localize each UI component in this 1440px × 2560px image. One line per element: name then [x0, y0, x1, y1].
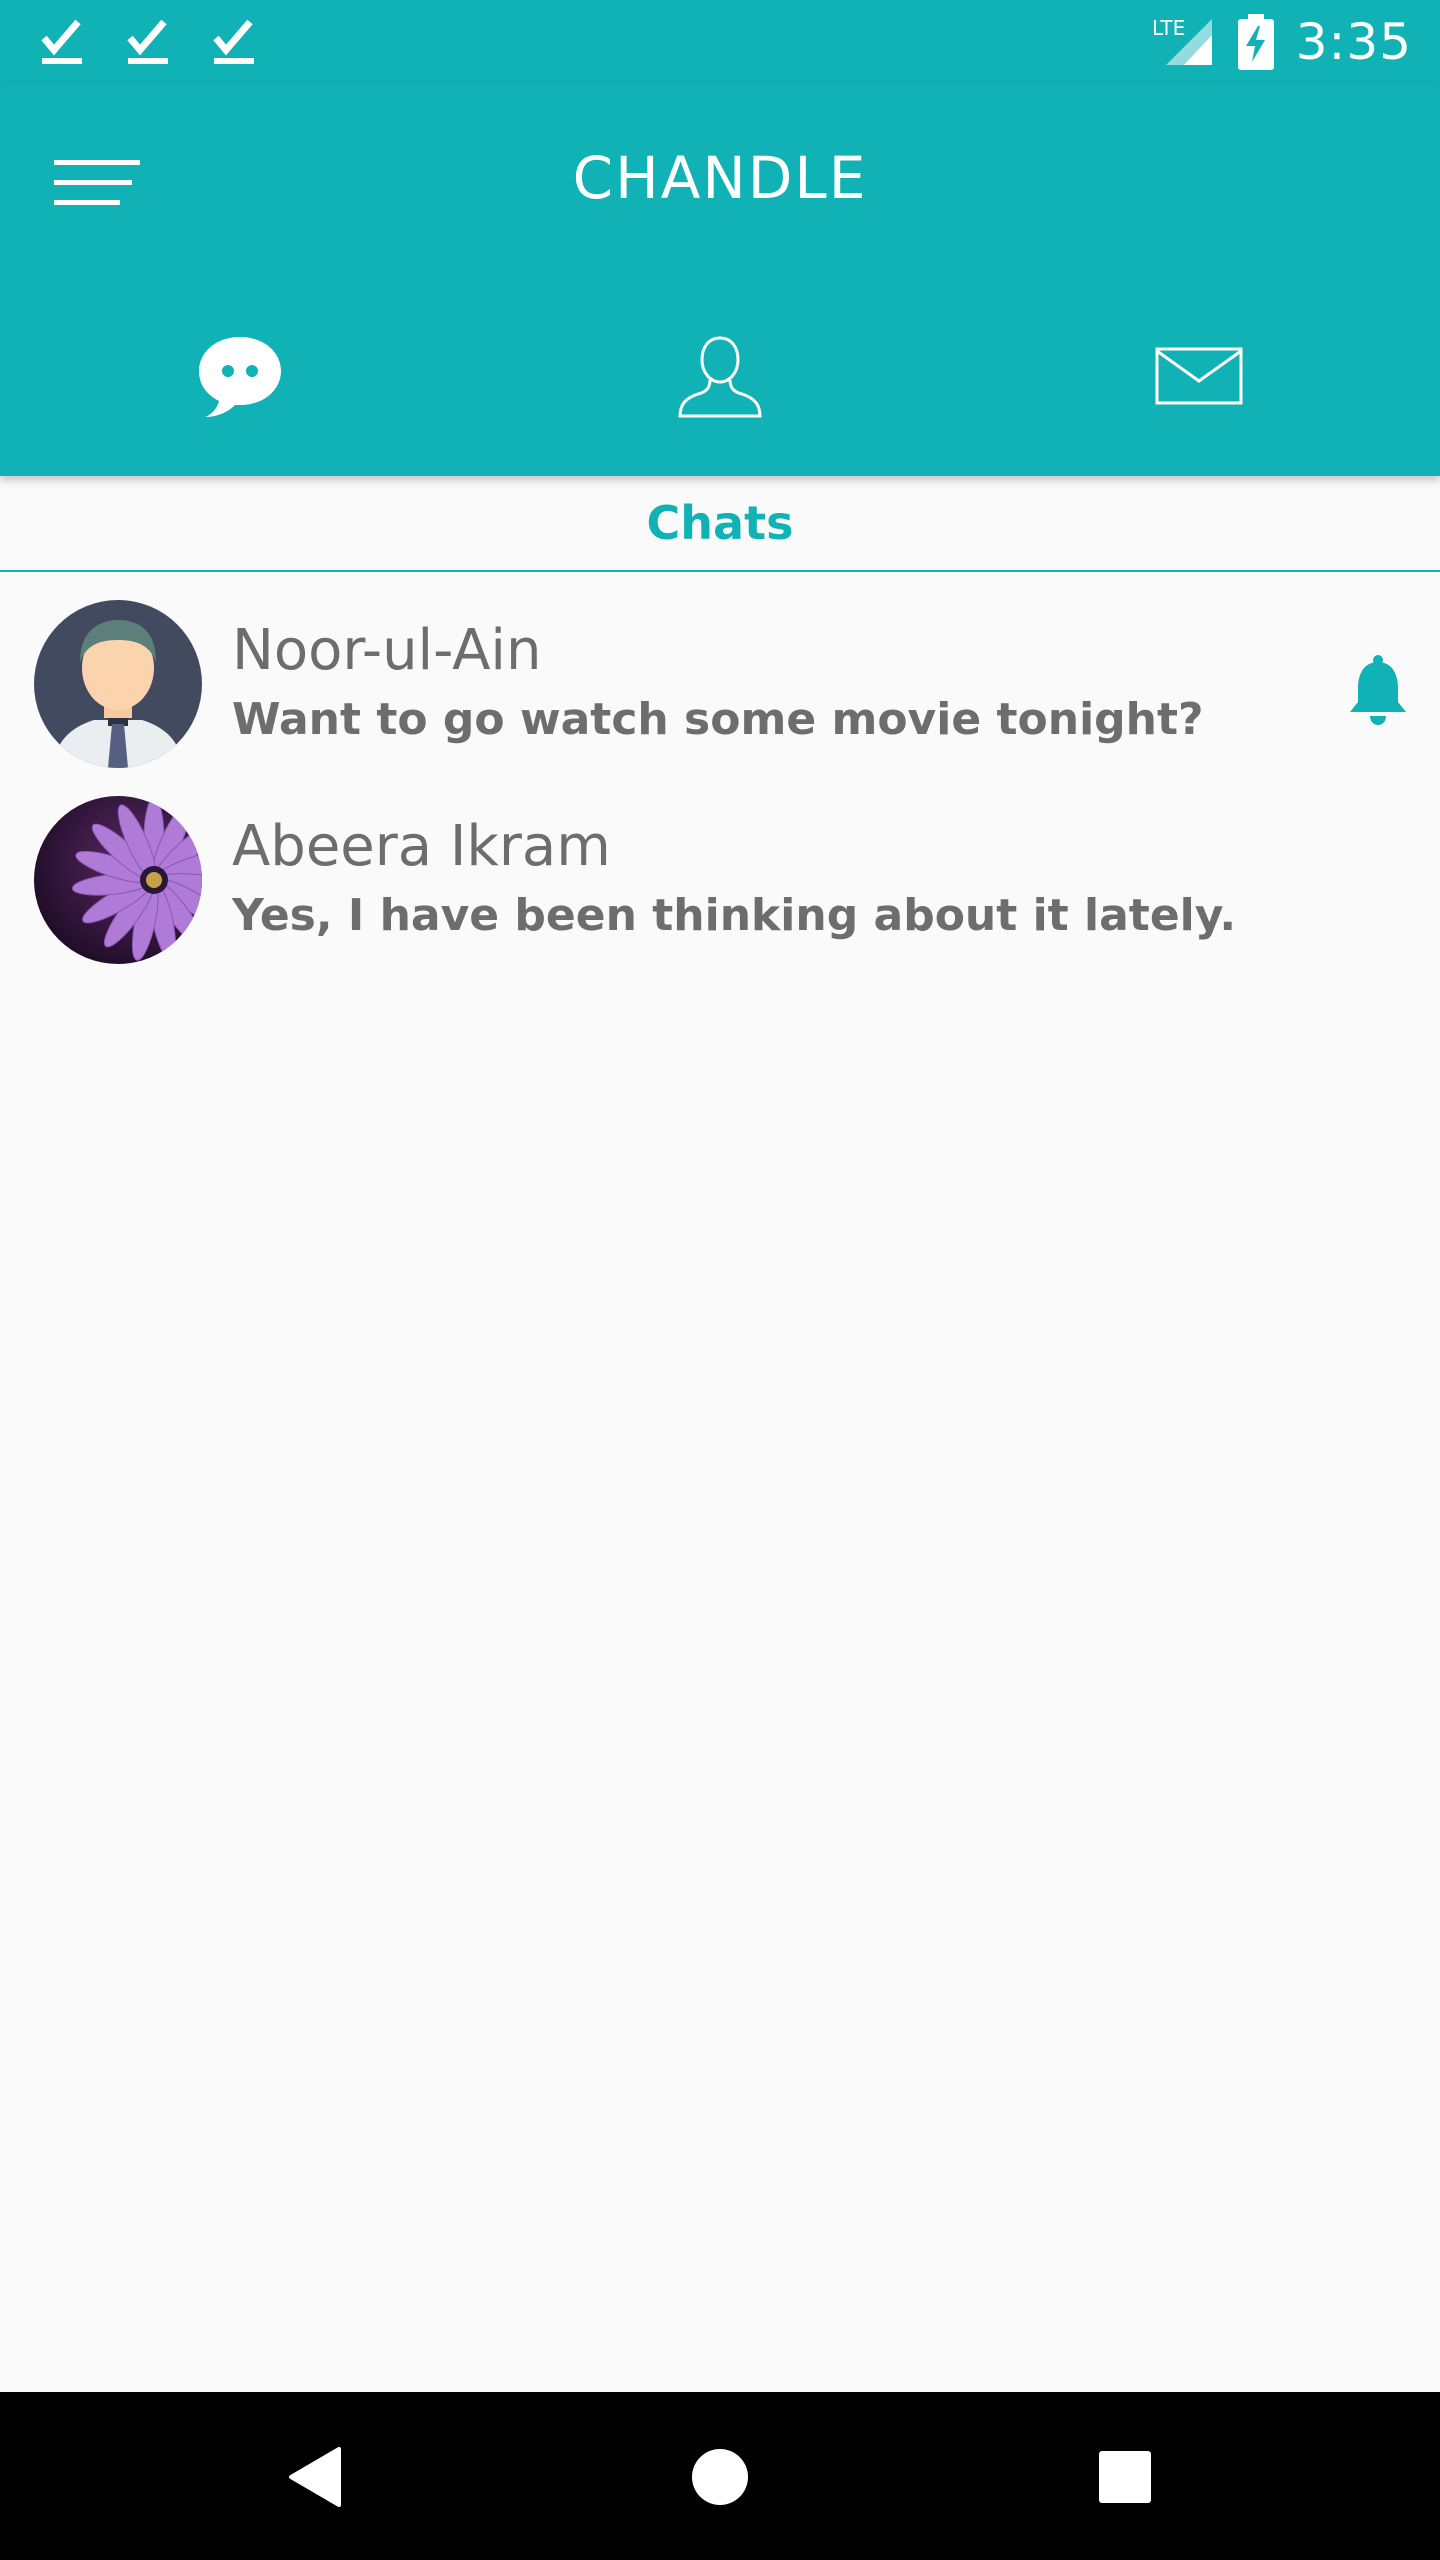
app-title: CHANDLE [572, 144, 868, 212]
chat-name: Noor-ul-Ain [232, 618, 542, 683]
app-bar: CHANDLE [0, 84, 1440, 476]
person-icon [678, 336, 762, 418]
mail-icon [1155, 347, 1243, 405]
clock: 3:35 [1295, 13, 1412, 71]
battery-charging-icon [1237, 14, 1274, 70]
tab-contacts[interactable] [660, 326, 780, 426]
back-button[interactable] [270, 2432, 360, 2522]
lte-signal-icon: LTE [1152, 16, 1212, 65]
network-label: LTE [1152, 16, 1185, 40]
chat-name: Abeera Ikram [232, 814, 611, 879]
navigation-bar [0, 2392, 1440, 2560]
flower-avatar-icon [34, 796, 202, 964]
man-avatar-icon [34, 600, 202, 768]
check-icon [213, 19, 254, 64]
avatar [34, 600, 202, 768]
chat-list: Noor-ul-Ain Want to go watch some movie … [0, 572, 1440, 964]
tab-chats[interactable] [180, 326, 300, 426]
bell-icon [1350, 655, 1406, 725]
chat-bubble-icon [199, 337, 281, 417]
chat-item[interactable]: Noor-ul-Ain Want to go watch some movie … [0, 572, 1440, 768]
chat-item[interactable]: Abeera Ikram Yes, I have been thinking a… [0, 768, 1440, 964]
recent-apps-icon [1099, 2451, 1151, 2503]
section-title: Chats [646, 496, 794, 550]
recent-apps-button[interactable] [1080, 2432, 1170, 2522]
chat-preview: Want to go watch some movie tonight? [232, 694, 1204, 745]
check-icon [127, 19, 168, 64]
tab-messages[interactable] [1140, 326, 1260, 426]
status-notifications [40, 14, 258, 68]
avatar [34, 796, 202, 964]
status-bar: LTE 3:35 [0, 0, 1440, 84]
status-indicators: LTE 3:35 [1152, 0, 1412, 84]
back-icon [289, 2447, 341, 2507]
check-icon [41, 19, 82, 64]
section-header: Chats [0, 476, 1440, 572]
home-button[interactable] [675, 2432, 765, 2522]
chat-preview: Yes, I have been thinking about it latel… [232, 890, 1237, 941]
notification-bell-icon[interactable] [1346, 654, 1410, 726]
home-icon [692, 2449, 748, 2505]
